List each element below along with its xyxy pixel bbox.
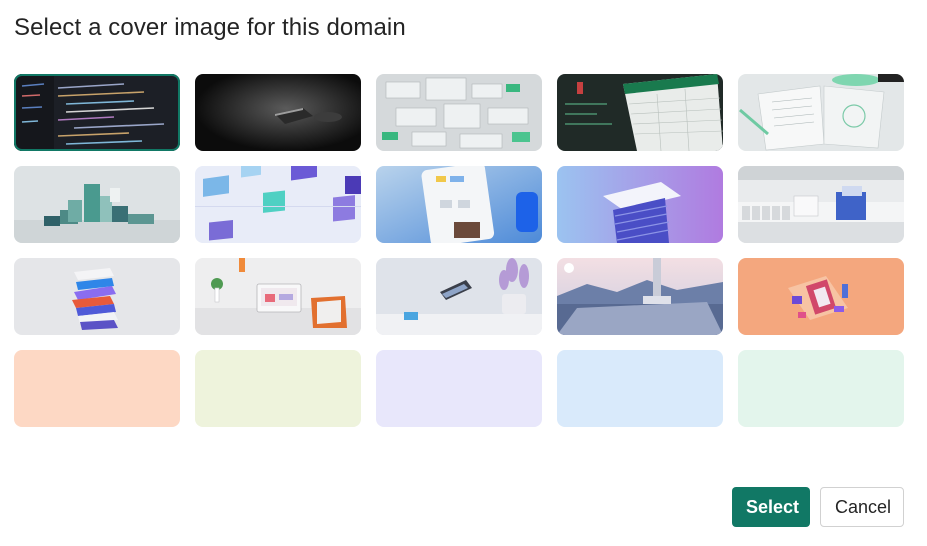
select-button[interactable]: Select — [732, 487, 810, 527]
cover-tile-spreadsheet[interactable] — [557, 74, 723, 151]
page-title: Select a cover image for this domain — [14, 14, 406, 41]
cover-tile-code-editor[interactable] — [14, 74, 180, 151]
cover-tile-office-desk[interactable] — [738, 166, 904, 243]
cover-tile-color-stack[interactable] — [14, 258, 180, 335]
dialog-footer: Select Cancel — [732, 487, 904, 527]
cover-image-grid — [14, 74, 904, 427]
cover-tile-phone-app[interactable] — [376, 166, 542, 243]
cover-tile-laptop-workspace[interactable] — [195, 258, 361, 335]
cover-tile-glass-chips[interactable] — [376, 74, 542, 151]
cover-tile-floating-device[interactable] — [376, 258, 542, 335]
cover-tile-glass-cubes[interactable] — [195, 166, 361, 243]
cover-tile-solid-light-blue[interactable] — [557, 350, 723, 427]
cover-tile-solid-peach[interactable] — [14, 350, 180, 427]
cover-tile-solid-pale-green[interactable] — [195, 350, 361, 427]
cover-tile-dark-device[interactable] — [195, 74, 361, 151]
cover-tile-solid-lavender[interactable] — [376, 350, 542, 427]
cover-tile-orange-illustration[interactable] — [738, 258, 904, 335]
cover-tile-solid-mint[interactable] — [738, 350, 904, 427]
cover-tile-open-book[interactable] — [738, 74, 904, 151]
cover-tile-teal-blocks[interactable] — [14, 166, 180, 243]
cancel-button[interactable]: Cancel — [820, 487, 904, 527]
cover-tile-purple-stack[interactable] — [557, 166, 723, 243]
cover-tile-mountain-landscape[interactable] — [557, 258, 723, 335]
